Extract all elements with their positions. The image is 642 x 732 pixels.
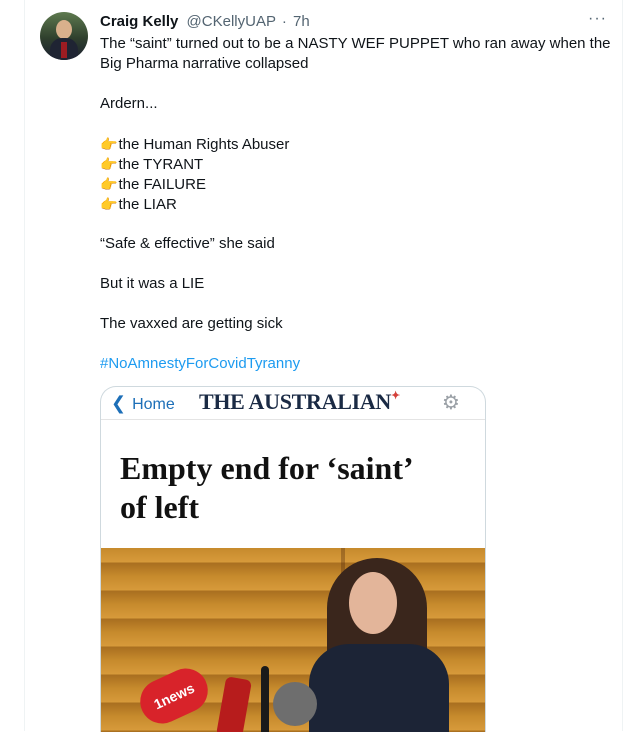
article-nav-bar: ❮ Home THE AUSTRALIAN✦ ⚙ [101, 387, 485, 420]
media-screenshot-card[interactable]: ❮ Home THE AUSTRALIAN✦ ⚙ Empty end for ‘s… [100, 386, 486, 732]
timeline-left-border [24, 0, 25, 731]
author-handle[interactable]: @CKellyUAP [187, 13, 276, 30]
pointing-finger-icon: 👉 [100, 136, 118, 152]
grey-microphone [273, 682, 317, 726]
list-item-text: the Human Rights Abuser [118, 136, 290, 153]
tweet-text-ardern: Ardern... [100, 95, 158, 112]
timeline-right-border [622, 0, 623, 731]
list-item: 👉the Human Rights Abuser [100, 134, 289, 155]
masthead-star-icon: ✦ [391, 390, 400, 402]
person-face [349, 572, 397, 634]
tweet-text-lie: But it was a LIE [100, 275, 205, 292]
person-body [309, 644, 449, 732]
headline-line2: of left [120, 489, 200, 525]
masthead-logo: THE AUSTRALIAN✦ [199, 389, 400, 415]
more-options-icon[interactable]: ··· [588, 10, 607, 28]
headline-line1: Empty end for ‘saint’ [120, 450, 414, 486]
list-item: 👉the LIAR [100, 194, 177, 215]
home-back-label: Home [132, 396, 175, 413]
hashtag-link[interactable]: #NoAmnestyForCovidTyranny [100, 354, 300, 374]
tweet-header: Craig Kelly @CKellyUAP · 7h [100, 12, 310, 32]
gear-icon: ⚙ [442, 392, 460, 414]
author-name[interactable]: Craig Kelly [100, 13, 178, 30]
list-item-text: the FAILURE [118, 176, 206, 193]
masthead-text: THE AUSTRALIAN [199, 389, 392, 414]
timestamp[interactable]: 7h [293, 13, 310, 30]
list-item-text: the TYRANT [118, 156, 204, 173]
avatar-face [56, 20, 72, 39]
chevron-left-icon: ❮ [111, 393, 127, 413]
separator-dot: · [281, 13, 287, 30]
tweet-text-line2: Big Pharma narrative collapsed [100, 55, 309, 72]
tweet-text-line1: The “saint” turned out to be a NASTY WEF… [100, 35, 611, 52]
tweet-text-quote: “Safe & effective” she said [100, 235, 275, 252]
avatar[interactable] [40, 12, 88, 60]
tweet-text-sick: The vaxxed are getting sick [100, 315, 283, 332]
pointing-finger-icon: 👉 [100, 156, 118, 172]
list-item: 👉the TYRANT [100, 154, 203, 175]
pointing-finger-icon: 👉 [100, 176, 118, 192]
avatar-tie [61, 42, 67, 58]
home-back-button: ❮ Home [111, 393, 175, 414]
article-photo: 1news [101, 548, 485, 732]
pointing-finger-icon: 👉 [100, 196, 118, 212]
list-item-text: the LIAR [118, 196, 177, 213]
article-headline: Empty end for ‘saint’ of left [120, 449, 414, 527]
microphone-stick [261, 666, 269, 732]
list-item: 👉the FAILURE [100, 174, 206, 195]
